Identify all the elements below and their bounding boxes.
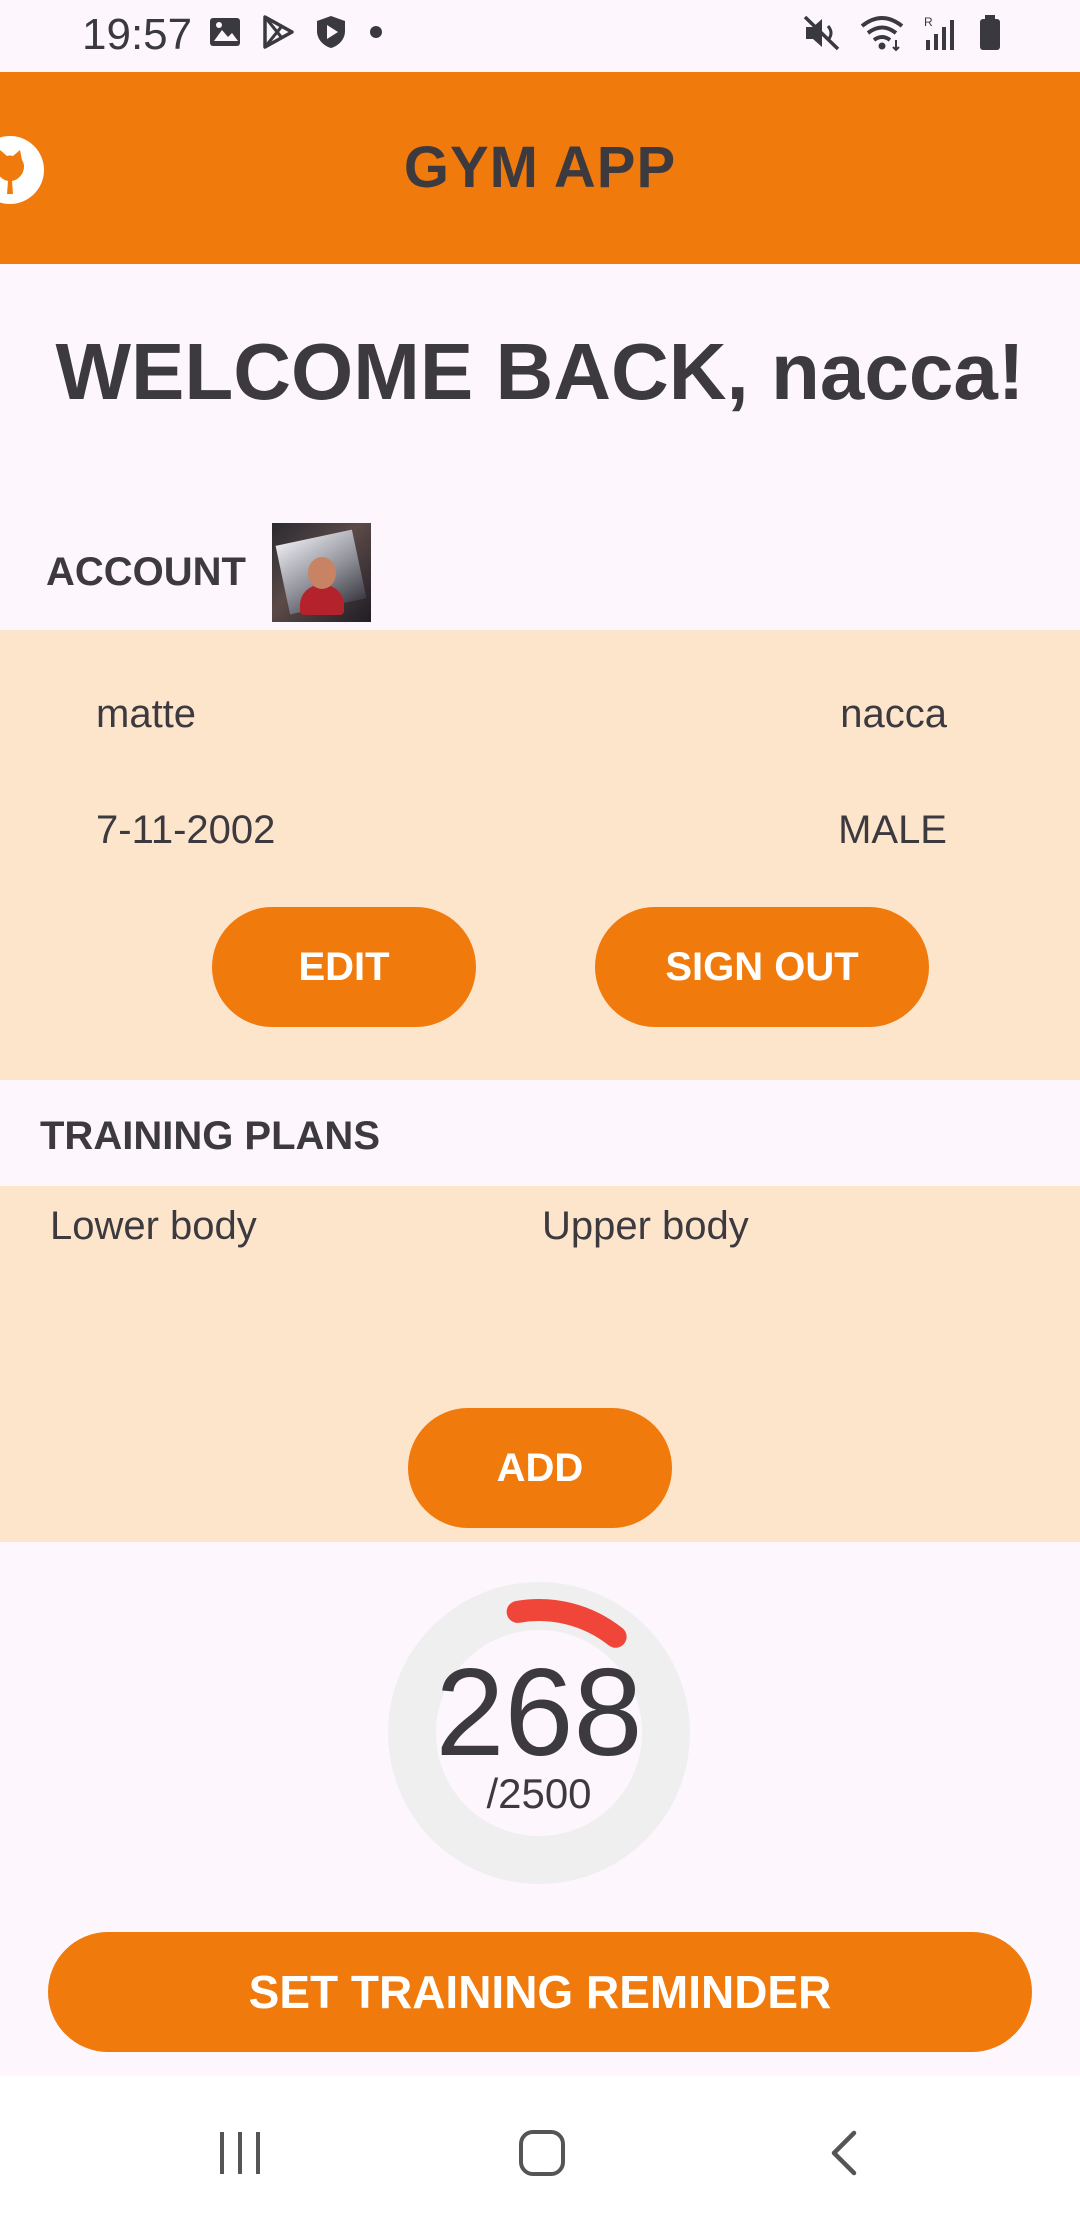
gender: MALE (838, 808, 947, 852)
app-bar: GYM APP (0, 72, 1080, 264)
battery-icon (978, 14, 1002, 57)
last-name: nacca (840, 692, 947, 736)
first-name: matte (96, 692, 197, 736)
dot-icon (366, 22, 386, 47)
image-icon (208, 15, 242, 54)
status-time: 19:57 (82, 10, 193, 59)
app-title: GYM APP (403, 135, 677, 200)
status-left-icons (208, 14, 386, 55)
sign-out-button[interactable]: SIGN OUT (595, 907, 929, 1027)
navigation-bar (0, 2076, 1080, 2220)
recent-apps-icon[interactable] (216, 2128, 266, 2183)
svg-text:R: R (924, 15, 933, 29)
status-right-icons: R (802, 14, 1002, 57)
birth-date: 7-11-2002 (96, 808, 276, 852)
status-bar: 19:57 R (0, 0, 1080, 70)
account-panel: matte nacca 7-11-2002 MALE EDIT SIGN OUT (0, 630, 1080, 1080)
signal-icon: R (922, 14, 962, 57)
progress-value: 268 (435, 1644, 643, 1782)
training-plans-panel: Lower body Upper body ADD (0, 1186, 1080, 1542)
mute-icon (802, 14, 842, 57)
calorie-progress: 268 /2500 (388, 1582, 690, 1884)
wifi-icon (858, 14, 906, 57)
home-icon[interactable] (517, 2128, 567, 2183)
set-training-reminder-button[interactable]: SET TRAINING REMINDER (48, 1932, 1032, 2052)
play-store-icon (260, 14, 296, 55)
edit-button[interactable]: EDIT (212, 907, 476, 1027)
back-icon[interactable] (826, 2128, 866, 2183)
training-plans-label: TRAINING PLANS (40, 1114, 380, 1158)
plan-item-upper-body[interactable]: Upper body (542, 1204, 749, 1249)
shield-icon (314, 14, 348, 55)
progress-goal: /2500 (486, 1770, 592, 1817)
account-label: ACCOUNT (46, 550, 246, 594)
avatar (272, 523, 371, 622)
welcome-heading: WELCOME BACK, nacca! (55, 327, 1025, 416)
add-plan-button[interactable]: ADD (408, 1408, 672, 1528)
plan-item-lower-body[interactable]: Lower body (50, 1204, 257, 1249)
